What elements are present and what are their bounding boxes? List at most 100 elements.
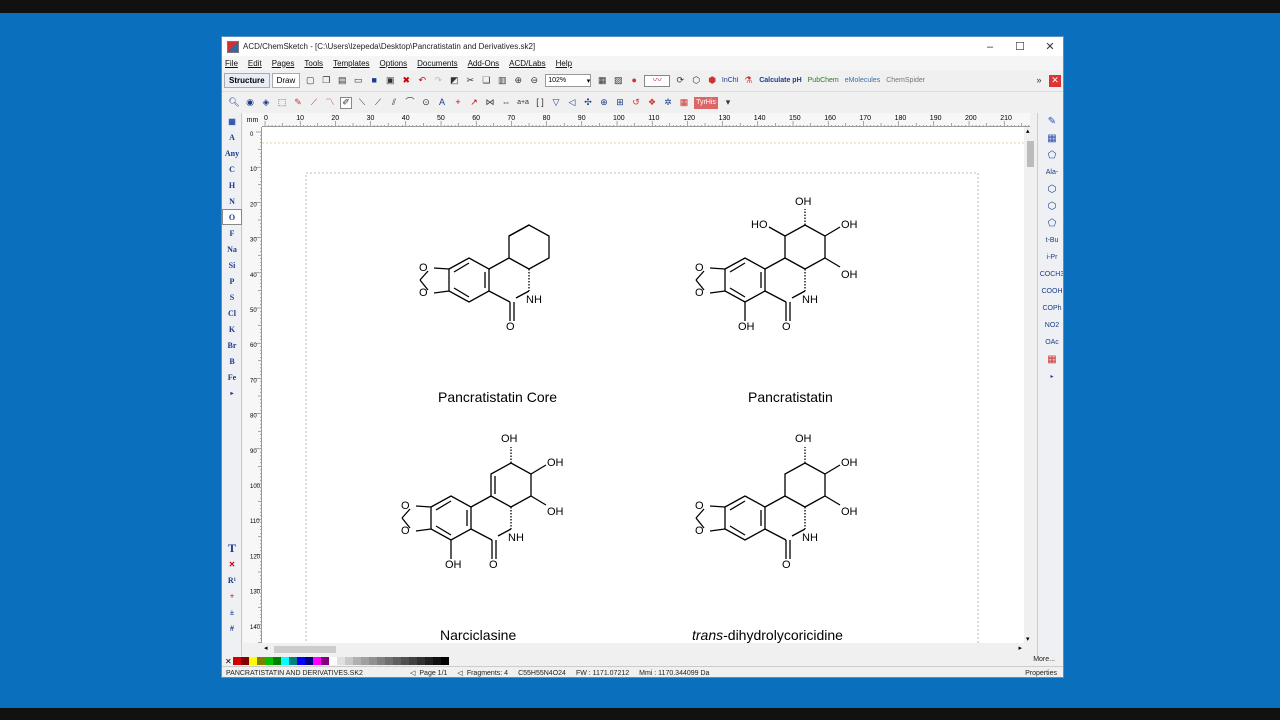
template-window-icon[interactable]: ✎ bbox=[1038, 113, 1063, 130]
print-icon[interactable]: ▣ bbox=[384, 75, 396, 87]
menu-file[interactable]: File bbox=[225, 59, 238, 68]
group-icon[interactable]: ⊞ bbox=[614, 97, 626, 109]
color-swatch[interactable] bbox=[280, 657, 289, 665]
radical-coph[interactable]: COPh bbox=[1038, 300, 1063, 317]
palette-expand-icon[interactable]: ▸ bbox=[222, 385, 242, 401]
text-format-icon[interactable]: A bbox=[436, 97, 448, 109]
radical-ipr[interactable]: i-Pr bbox=[1038, 249, 1063, 266]
zoom-out-icon[interactable]: ⊖ bbox=[528, 75, 540, 87]
undo-icon[interactable]: ↶ bbox=[416, 75, 428, 87]
atom-button-b[interactable]: B bbox=[222, 353, 242, 369]
menu-documents[interactable]: Documents bbox=[417, 59, 457, 68]
toolbar-overflow-icon[interactable]: » bbox=[1033, 75, 1045, 87]
atom-button-o[interactable]: O bbox=[222, 209, 242, 225]
emolecules-button[interactable]: eMolecules bbox=[845, 77, 880, 84]
color-swatch[interactable] bbox=[424, 657, 433, 665]
toolbar2-overflow-icon[interactable]: ▾ bbox=[722, 97, 734, 109]
horizontal-scrollbar[interactable]: ◂ ▸ bbox=[262, 643, 1024, 656]
chain-icon[interactable]: 〽 bbox=[324, 97, 336, 109]
atom-button-na[interactable]: Na bbox=[222, 241, 242, 257]
table-icon[interactable]: ▦ bbox=[678, 97, 690, 109]
molecule-pancratistatin[interactable] bbox=[695, 209, 841, 321]
align-icon[interactable]: ✣ bbox=[582, 97, 594, 109]
inchi-icon[interactable]: InChI bbox=[722, 75, 739, 87]
atom-button-f[interactable]: F bbox=[222, 225, 242, 241]
arc-icon[interactable]: ⌒ bbox=[404, 97, 416, 109]
3d-optimize-icon[interactable]: ⬡ bbox=[690, 75, 702, 87]
menu-pages[interactable]: Pages bbox=[272, 59, 295, 68]
minimize-button[interactable]: – bbox=[975, 41, 1005, 53]
select-zoom-icon[interactable]: 🔍︎ bbox=[228, 97, 240, 109]
menu-edit[interactable]: Edit bbox=[248, 59, 262, 68]
molecule-tool-icon[interactable]: ✲ bbox=[662, 97, 674, 109]
atom-button-n[interactable]: N bbox=[222, 193, 242, 209]
color-swatch[interactable] bbox=[352, 657, 361, 665]
drawing-canvas[interactable]: O O NH O Pancratistatin Core O O NH O OH… bbox=[262, 127, 1024, 643]
select-lasso-icon[interactable]: ✎ bbox=[292, 97, 304, 109]
periodic-table-icon[interactable]: ▦ bbox=[222, 113, 242, 129]
image-icon[interactable]: ▨ bbox=[612, 75, 624, 87]
atom-button-p[interactable]: P bbox=[222, 273, 242, 289]
distribute-icon[interactable]: ❖ bbox=[646, 97, 658, 109]
color-swatch[interactable] bbox=[344, 657, 353, 665]
peptide-icon[interactable]: TyrHis bbox=[694, 96, 718, 109]
color-swatch[interactable] bbox=[400, 657, 409, 665]
color-swatch[interactable] bbox=[408, 657, 417, 665]
color-swatch[interactable] bbox=[320, 657, 329, 665]
bond-up-icon[interactable]: ⟋ bbox=[308, 97, 320, 109]
copy-structure-icon[interactable]: ⇔ bbox=[500, 97, 512, 109]
eraser-icon[interactable]: ◩ bbox=[448, 75, 460, 87]
horizontal-scroll-thumb[interactable] bbox=[274, 646, 336, 653]
tautomer-icon[interactable]: ⬢ bbox=[706, 75, 718, 87]
color-swatch[interactable] bbox=[432, 657, 441, 665]
atom-button-cl[interactable]: Cl bbox=[222, 305, 242, 321]
menu-addons[interactable]: Add-Ons bbox=[468, 59, 500, 68]
color-swatch[interactable] bbox=[392, 657, 401, 665]
menu-templates[interactable]: Templates bbox=[333, 59, 369, 68]
atom-button-br[interactable]: Br bbox=[222, 337, 242, 353]
copy-icon[interactable]: ❏ bbox=[480, 75, 492, 87]
draw-bond-icon[interactable]: ⟍ bbox=[356, 97, 368, 109]
rename-icon[interactable]: a+a bbox=[516, 97, 530, 109]
color-swatch[interactable] bbox=[272, 657, 281, 665]
color-swatch[interactable] bbox=[336, 657, 345, 665]
save-icon[interactable]: ■ bbox=[368, 75, 380, 87]
template-icon[interactable]: ▤ bbox=[336, 75, 348, 87]
no-color-icon[interactable]: ✕ bbox=[225, 657, 232, 666]
bracket-icon[interactable]: [ ] bbox=[534, 97, 546, 109]
color-swatch[interactable] bbox=[376, 657, 385, 665]
template-toggle-icon[interactable]: ⋈ bbox=[484, 97, 496, 109]
atom-button-s[interactable]: S bbox=[222, 289, 242, 305]
hashed-bond-icon[interactable]: ⫽ bbox=[388, 97, 400, 109]
color-swatch[interactable] bbox=[296, 657, 305, 665]
more-colors-link[interactable]: More... bbox=[1033, 656, 1055, 663]
structure-mode-button[interactable]: Structure bbox=[224, 73, 270, 88]
pentagon-icon[interactable]: ⬠ bbox=[1038, 147, 1063, 164]
benzene-icon[interactable]: ⬡ bbox=[1038, 181, 1063, 198]
radical-oac[interactable]: OAc bbox=[1038, 334, 1063, 351]
arrow-icon[interactable]: ↗ bbox=[468, 97, 480, 109]
undo-clean-icon[interactable]: ↺ bbox=[630, 97, 642, 109]
atom-button-h[interactable]: H bbox=[222, 177, 242, 193]
atom-button-any[interactable]: Any bbox=[222, 145, 242, 161]
color-swatch[interactable] bbox=[232, 657, 241, 665]
chemspider-button[interactable]: ChemSpider bbox=[886, 77, 925, 84]
atom-button-a[interactable]: A bbox=[222, 129, 242, 145]
scroll-right-icon[interactable]: ▸ bbox=[1018, 644, 1022, 652]
text-tool-icon[interactable]: T bbox=[222, 540, 242, 556]
scroll-left-icon[interactable]: ◂ bbox=[264, 644, 268, 652]
menu-options[interactable]: Options bbox=[380, 59, 408, 68]
color-swatch[interactable] bbox=[240, 657, 249, 665]
stereo-bond-icon[interactable]: ⟋ bbox=[372, 97, 384, 109]
spectrum-icon[interactable]: 〰 bbox=[644, 74, 671, 87]
radical-cooh[interactable]: COOH bbox=[1038, 283, 1063, 300]
cut-icon[interactable]: ✂ bbox=[464, 75, 476, 87]
color-swatch[interactable] bbox=[264, 657, 273, 665]
rgroup-icon[interactable]: R¹ bbox=[222, 572, 242, 588]
color-swatch[interactable] bbox=[288, 657, 297, 665]
delete-icon[interactable]: ✖ bbox=[400, 75, 412, 87]
zoom-select[interactable]: 102% ▾ bbox=[545, 74, 592, 87]
radical-tbu[interactable]: t-Bu bbox=[1038, 232, 1063, 249]
pubchem-button[interactable]: PubChem bbox=[808, 77, 839, 84]
vertical-scrollbar[interactable]: ▴ ▾ bbox=[1024, 127, 1037, 643]
